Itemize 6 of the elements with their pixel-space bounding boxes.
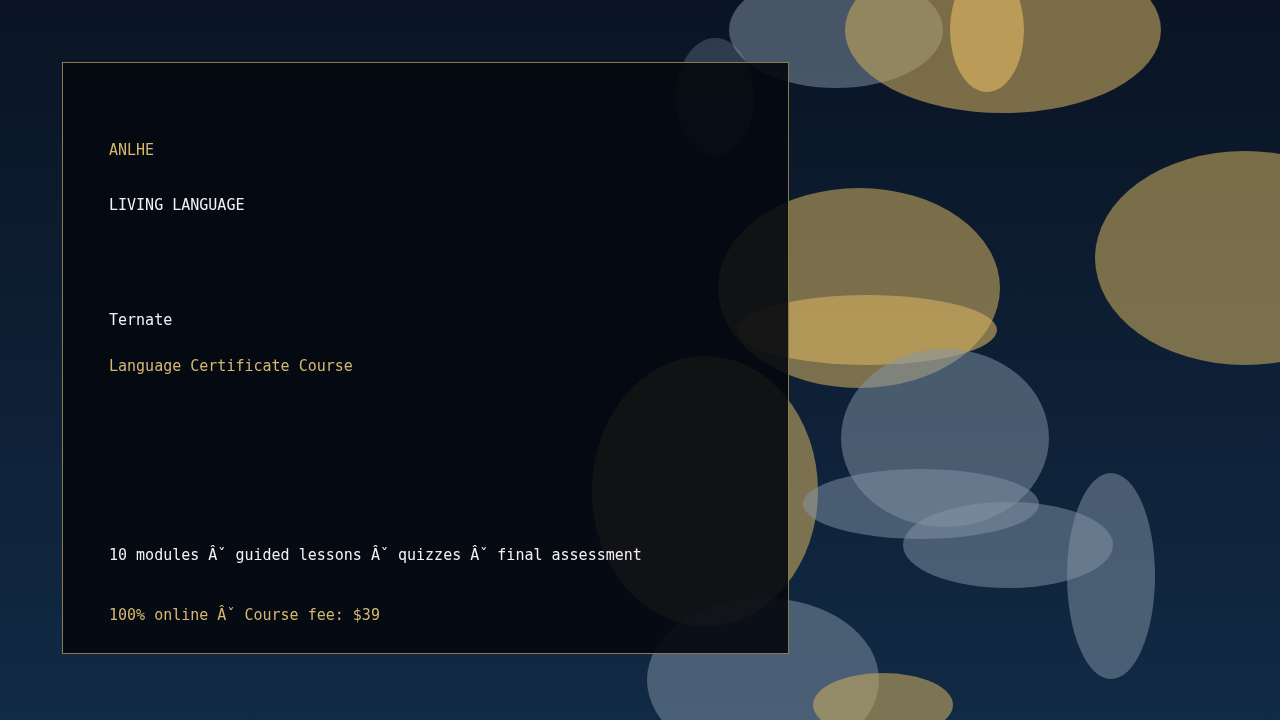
course-title: Ternate [109, 311, 173, 329]
course-price: 100% online Âˇ Course fee: $39 [109, 606, 380, 624]
course-details: 10 modules Âˇ guided lessons Âˇ quizzes Âˇ final assessment [109, 546, 642, 564]
brand-name: ANLHE [109, 141, 155, 159]
course-subtitle: Language Certificate Course [109, 357, 353, 375]
tagline: LIVING LANGUAGE [109, 196, 245, 214]
